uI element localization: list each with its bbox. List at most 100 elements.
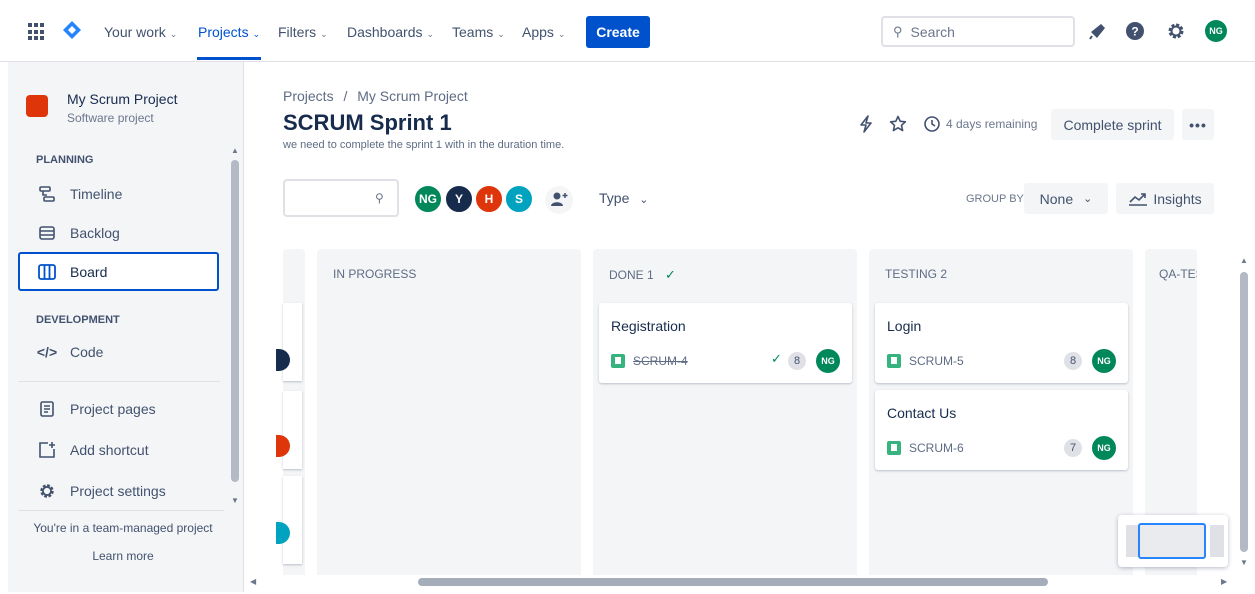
sprint-description: we need to complete the sprint 1 with in… — [283, 139, 565, 151]
scroll-up-arrow-icon[interactable]: ▲ — [231, 146, 239, 155]
minimap-viewport[interactable] — [1138, 523, 1206, 559]
group-by-label: GROUP BY — [966, 193, 1024, 205]
sidebar-item-project-settings[interactable]: Project settings — [18, 473, 218, 509]
search-input[interactable]: ⚲ Search — [881, 16, 1075, 47]
development-section-label: DEVELOPMENT — [36, 314, 120, 326]
sidebar-item-timeline[interactable]: Timeline — [18, 176, 218, 212]
user-avatar[interactable]: NG — [1205, 20, 1227, 42]
nav-your-work[interactable]: Your work ⌄ — [104, 24, 177, 40]
assignee-avatar[interactable]: NG — [816, 349, 840, 373]
issue-card[interactable]: Registration SCRUM-4 ✓ 8 NG — [599, 303, 852, 383]
scroll-down-arrow-icon[interactable]: ▼ — [1240, 558, 1248, 567]
story-points-badge: 8 — [788, 352, 806, 370]
breadcrumb-project[interactable]: My Scrum Project — [357, 88, 467, 104]
nav-teams[interactable]: Teams ⌄ — [452, 24, 505, 40]
sidebar-item-code[interactable]: </> Code — [18, 334, 218, 370]
board-vertical-scrollbar[interactable] — [1240, 272, 1248, 552]
settings-icon — [36, 482, 58, 500]
learn-more-link[interactable]: Learn more — [18, 549, 228, 563]
days-remaining: 4 days remaining — [946, 117, 1038, 131]
nav-dashboards[interactable]: Dashboards ⌄ — [347, 24, 434, 40]
svg-text:?: ? — [1131, 25, 1138, 39]
sidebar — [8, 62, 244, 592]
create-button[interactable]: Create — [586, 16, 650, 48]
issue-card[interactable]: Contact Us SCRUM-6 7 NG — [875, 390, 1128, 470]
avatar-filter-ng[interactable]: NG — [413, 184, 443, 214]
settings-icon[interactable] — [1166, 21, 1186, 41]
sidebar-divider — [18, 381, 220, 382]
sidebar-item-board[interactable]: Board — [18, 252, 219, 291]
card-partial[interactable] — [283, 391, 302, 469]
sidebar-item-backlog[interactable]: Backlog — [18, 215, 218, 251]
project-name[interactable]: My Scrum Project — [67, 91, 177, 107]
project-type: Software project — [67, 111, 154, 125]
board-minimap[interactable] — [1118, 515, 1228, 567]
search-icon: ⚲ — [375, 191, 384, 205]
timeline-icon — [36, 186, 58, 202]
check-icon: ✓ — [665, 267, 676, 282]
issue-key[interactable]: SCRUM-6 — [909, 441, 964, 455]
complete-sprint-button[interactable]: Complete sprint — [1051, 109, 1174, 140]
scroll-left-arrow-icon[interactable]: ◀ — [250, 577, 256, 586]
story-points-badge: 8 — [1064, 352, 1082, 370]
board-search-input[interactable]: ⚲ — [283, 179, 399, 217]
pages-icon — [36, 401, 58, 417]
avatar-filter-y[interactable]: Y — [444, 184, 474, 214]
nav-filters[interactable]: Filters ⌄ — [278, 24, 328, 40]
sidebar-item-add-shortcut[interactable]: Add shortcut — [18, 432, 218, 468]
star-icon[interactable] — [889, 115, 907, 133]
assignee-avatar[interactable]: NG — [1092, 436, 1116, 460]
assignee-avatar[interactable]: NG — [1092, 349, 1116, 373]
lightning-icon[interactable] — [857, 115, 875, 133]
issue-key[interactable]: SCRUM-4 — [633, 354, 688, 368]
nav-active-indicator — [197, 57, 261, 60]
board-column-done: DONE 1 ✓ Registration SCRUM-4 ✓ 8 NG — [593, 249, 857, 575]
project-avatar-icon — [26, 95, 48, 117]
card-partial[interactable] — [283, 303, 302, 381]
avatar-filter-s[interactable]: S — [504, 184, 534, 214]
avatar-filter-h[interactable]: H — [474, 184, 504, 214]
story-icon — [887, 441, 901, 455]
board-icon — [36, 263, 58, 280]
group-by-dropdown[interactable]: None ⌄ — [1024, 183, 1108, 214]
card-partial[interactable] — [283, 476, 302, 564]
app-switcher-icon[interactable] — [28, 23, 46, 41]
breadcrumb-separator: / — [343, 88, 348, 104]
clock-icon — [924, 116, 940, 132]
insights-button[interactable]: Insights — [1116, 183, 1214, 214]
jira-logo-icon[interactable] — [62, 20, 82, 40]
search-icon: ⚲ — [893, 23, 903, 39]
minimap-column — [1210, 525, 1224, 557]
issue-key[interactable]: SCRUM-5 — [909, 354, 964, 368]
check-icon: ✓ — [771, 351, 782, 366]
add-people-button[interactable] — [545, 186, 573, 214]
scroll-right-arrow-icon[interactable]: ▶ — [1221, 577, 1227, 586]
help-icon[interactable]: ? — [1125, 21, 1145, 41]
page-title: SCRUM Sprint 1 — [283, 110, 452, 135]
add-shortcut-icon — [36, 441, 58, 459]
code-icon: </> — [36, 344, 58, 360]
team-managed-note: You're in a team-managed project — [33, 521, 213, 535]
column-title: DONE 1 ✓ — [609, 267, 676, 282]
nav-apps[interactable]: Apps ⌄ — [522, 24, 565, 40]
column-title: QA-TES — [1159, 267, 1197, 281]
type-filter-dropdown[interactable]: Type ⌄ — [599, 190, 648, 206]
add-person-icon — [551, 192, 568, 206]
nav-projects[interactable]: Projects ⌄ — [198, 24, 260, 40]
more-actions-button[interactable]: ••• — [1182, 109, 1214, 140]
story-icon — [887, 354, 901, 368]
board-horizontal-scrollbar[interactable] — [418, 578, 1048, 586]
chevron-down-icon: ⌄ — [1083, 193, 1093, 205]
notifications-icon[interactable] — [1088, 21, 1108, 41]
sidebar-divider — [18, 510, 224, 511]
planning-section-label: PLANNING — [36, 154, 94, 166]
issue-card[interactable]: Login SCRUM-5 8 NG — [875, 303, 1128, 383]
sidebar-scrollbar[interactable] — [231, 160, 239, 482]
scroll-down-arrow-icon[interactable]: ▼ — [231, 496, 239, 505]
scroll-up-arrow-icon[interactable]: ▲ — [1240, 256, 1248, 265]
column-title: IN PROGRESS — [333, 267, 417, 281]
board-column-testing: TESTING 2 Login SCRUM-5 8 NG Contact Us … — [869, 249, 1133, 575]
breadcrumb-projects[interactable]: Projects — [283, 88, 334, 104]
chevron-down-icon: ⌄ — [639, 194, 649, 206]
sidebar-item-project-pages[interactable]: Project pages — [18, 391, 218, 427]
